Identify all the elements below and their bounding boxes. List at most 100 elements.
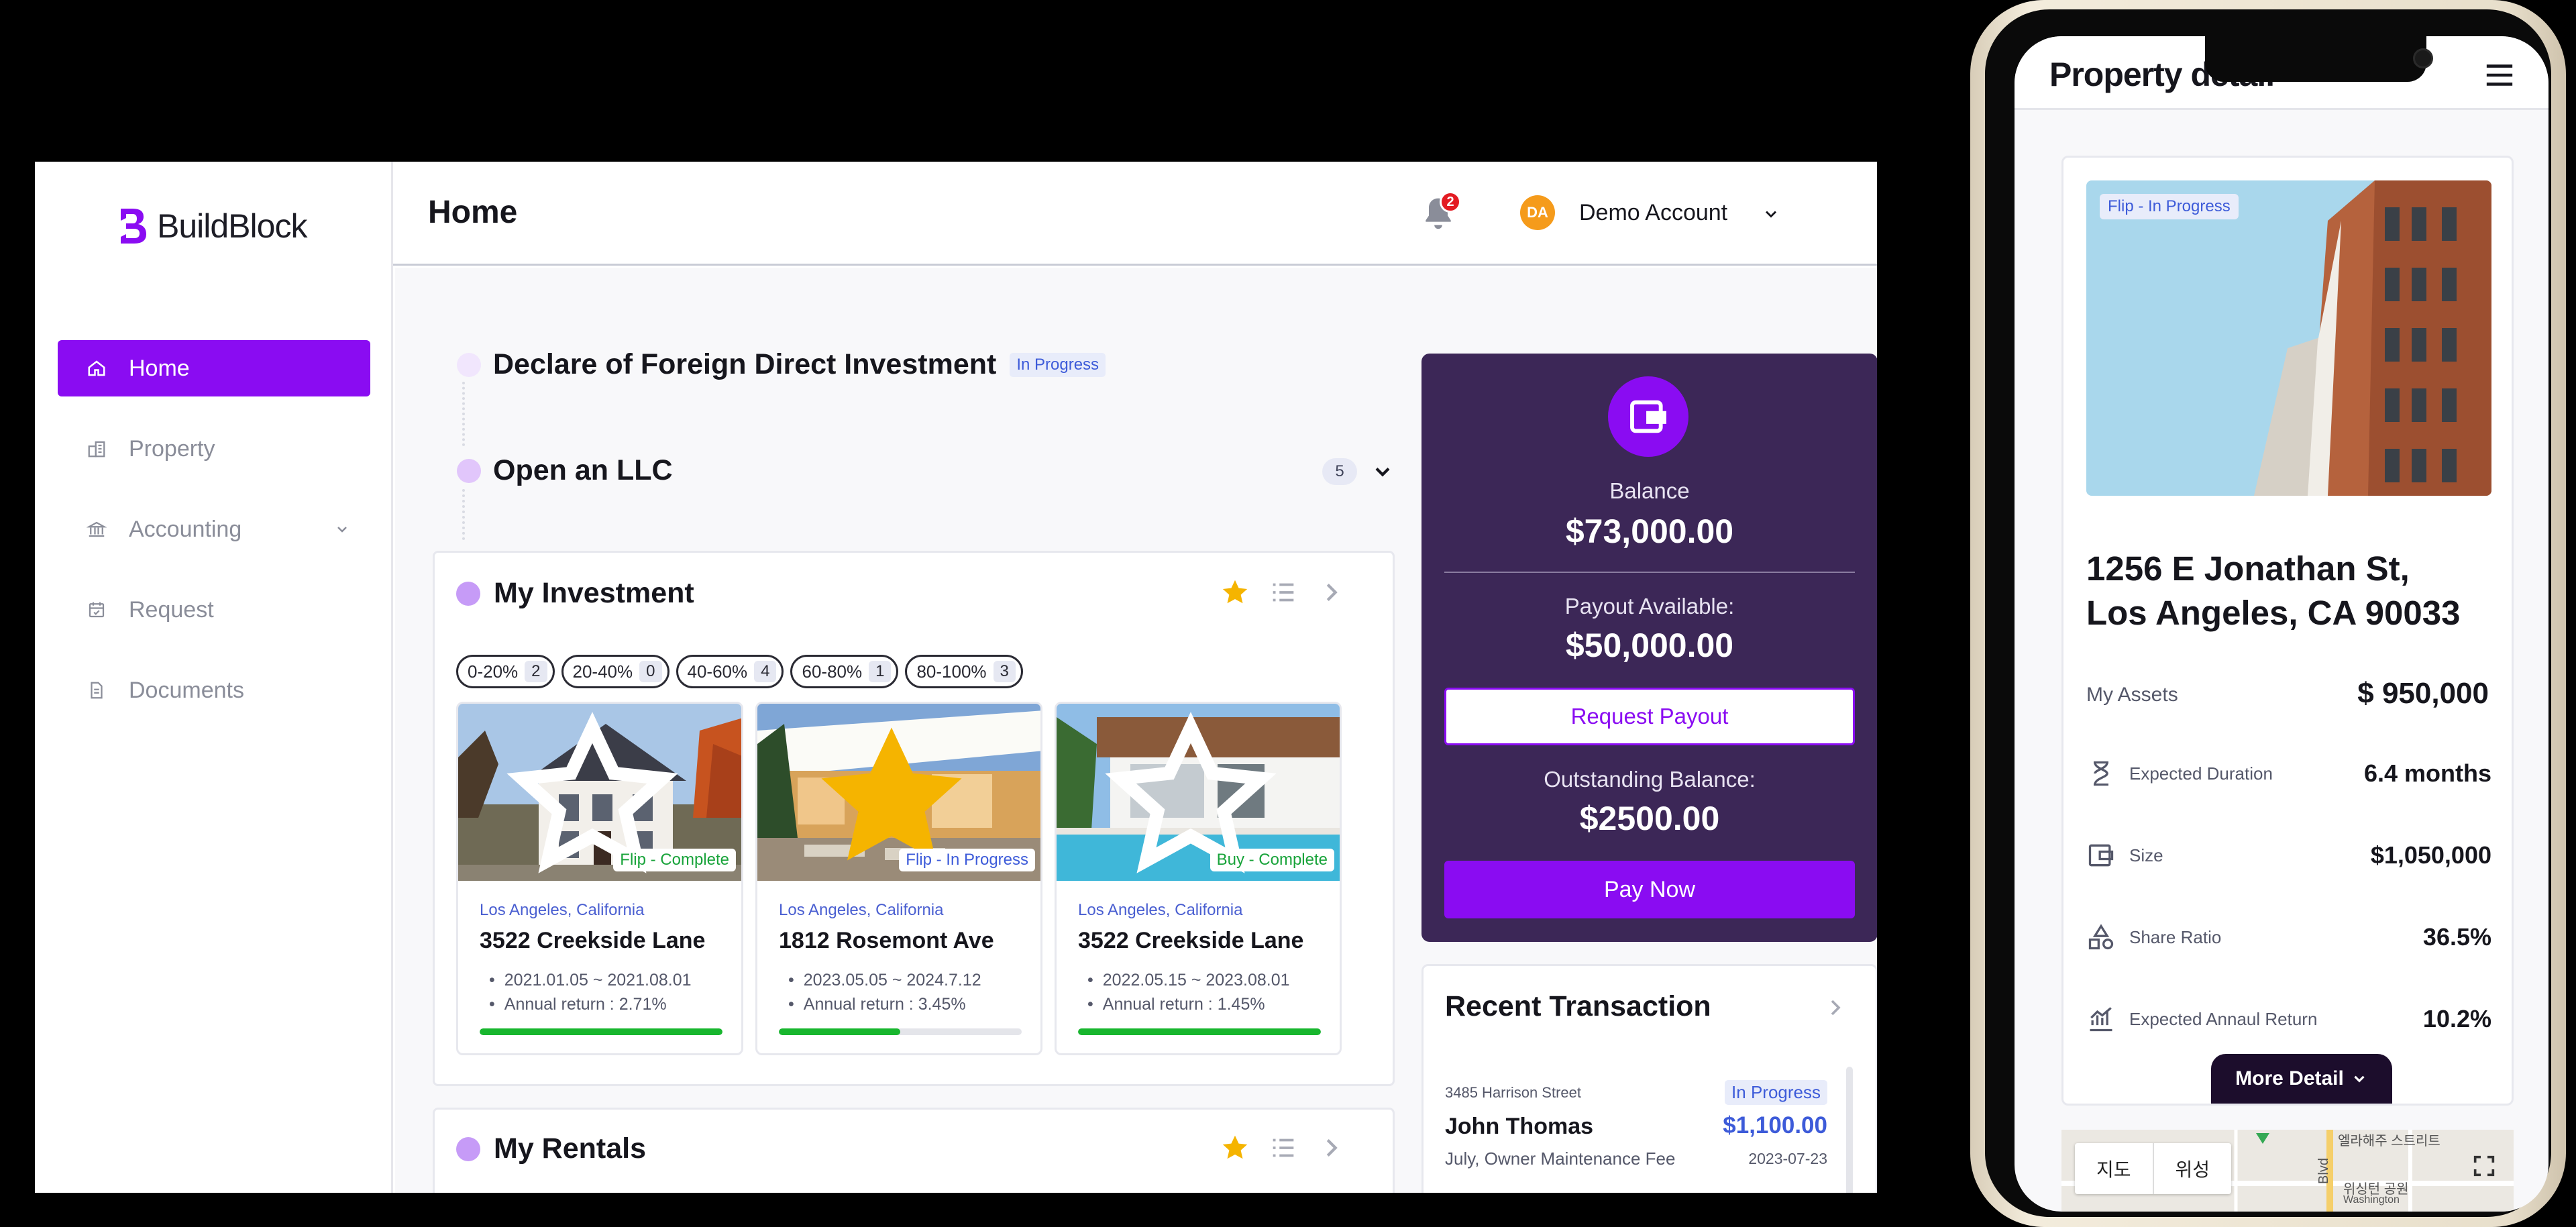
balance-value: $73,000.00: [1565, 513, 1734, 550]
progress-fill: [480, 1028, 722, 1035]
card-return: Annual return : 1.45%: [1078, 992, 1290, 1016]
wallet-icon: [2088, 844, 2114, 867]
panel-tools: [1220, 1132, 1347, 1163]
filter-count: 4: [754, 661, 777, 682]
stat-row-duration: Expected Duration 6.4 months: [2086, 753, 2491, 794]
sidebar-item-label: Documents: [129, 677, 244, 703]
phone-notch: [2205, 36, 2433, 82]
filter-chip[interactable]: 20-40% 0: [561, 655, 669, 688]
map-tab[interactable]: 지도: [2075, 1143, 2153, 1194]
sidebar-item-documents[interactable]: Documents: [58, 662, 370, 718]
star-icon[interactable]: [1220, 1132, 1250, 1163]
outstanding-value: $2500.00: [1579, 800, 1720, 837]
payout-value: $50,000.00: [1565, 627, 1734, 664]
filter-chip[interactable]: 60-80% 1: [790, 655, 899, 688]
sidebar-item-label: Property: [129, 435, 215, 462]
section-title: My Investment: [494, 577, 694, 609]
status-badge: Flip - In Progress: [2100, 194, 2239, 219]
filter-label: 40-60%: [687, 661, 748, 682]
investment-card[interactable]: Buy - Complete Los Angeles, California 3…: [1055, 702, 1342, 1055]
fullscreen-icon[interactable]: [2471, 1153, 2498, 1179]
satellite-tab[interactable]: 위성: [2152, 1143, 2232, 1194]
investment-panel: My Investment 0-20% 2 20-40% 0 40-60% 4 60-…: [433, 551, 1395, 1086]
investment-card[interactable]: Flip - Complete Los Angeles, California …: [456, 702, 743, 1055]
top-bar: Home 2 DA Demo Account: [393, 162, 1877, 266]
sidebar-item-home[interactable]: Home: [58, 340, 370, 396]
camera-icon: [2413, 48, 2433, 68]
chevron-down-icon[interactable]: [1762, 205, 1780, 223]
main-content: Declare of Foreign Direct Investment In …: [395, 268, 1877, 1193]
stat-label: Expected Duration: [2129, 763, 2273, 784]
card-details: 2023.05.05 ~ 2024.7.12 Annual return : 3…: [779, 968, 981, 1016]
filter-count: 3: [993, 661, 1016, 682]
recent-transaction-panel: Recent Transaction 3485 Harrison Street …: [1421, 964, 1877, 1193]
address-line-1: 1256 E Jonathan St,: [2086, 549, 2410, 588]
status-badge: In Progress: [1725, 1080, 1827, 1105]
rentals-panel: My Rentals: [433, 1108, 1395, 1193]
request-payout-button[interactable]: Request Payout: [1444, 688, 1855, 745]
list-view-icon[interactable]: [1268, 577, 1299, 608]
stat-row-annual-return: Expected Annaul Return 10.2%: [2086, 999, 2491, 1039]
buildblock-logo-icon: [121, 209, 146, 244]
step-foreign-investment[interactable]: Declare of Foreign Direct Investment In …: [457, 348, 1106, 381]
sidebar: BuildBlock Home Property Accounting Requ…: [35, 162, 393, 1193]
sidebar-item-label: Request: [129, 596, 214, 623]
sidebar-nav: Home Property Accounting Request Documen…: [58, 340, 370, 743]
account-name: Demo Account: [1579, 199, 1728, 225]
list-view-icon[interactable]: [1268, 1132, 1299, 1163]
status-badge: Flip - In Progress: [899, 849, 1035, 871]
panel-header: My Rentals: [456, 1132, 646, 1165]
hamburger-menu-icon[interactable]: [2484, 62, 2515, 89]
card-progress-bar: [779, 1028, 1022, 1035]
home-icon: [85, 356, 109, 380]
phone-bezel: Property detail Flip - In Progress 1256 …: [1985, 9, 2551, 1217]
more-detail-button[interactable]: More Detail: [2211, 1054, 2392, 1104]
sidebar-item-label: Accounting: [129, 516, 242, 542]
chevron-down-icon[interactable]: [1371, 460, 1395, 484]
phone-frame: Property detail Flip - In Progress 1256 …: [1970, 0, 2566, 1227]
balance-card: Balance $73,000.00 Payout Available: $50…: [1421, 354, 1877, 942]
scrollbar[interactable]: [1846, 1067, 1853, 1193]
chevron-right-icon[interactable]: [1316, 577, 1347, 608]
card-progress-bar: [480, 1028, 722, 1035]
panel-tools: [1220, 577, 1347, 608]
investment-card-list: Flip - Complete Los Angeles, California …: [456, 702, 1342, 1055]
phone-screen: Property detail Flip - In Progress 1256 …: [2015, 36, 2548, 1212]
map-label: Washington: [2343, 1194, 2400, 1206]
notification-count-badge: 2: [1440, 191, 1461, 213]
transaction-row[interactable]: 3485 Harrison Street In Progress John Th…: [1445, 1080, 1827, 1193]
sidebar-item-property[interactable]: Property: [58, 421, 370, 477]
star-icon[interactable]: [1220, 577, 1250, 608]
sidebar-item-accounting[interactable]: Accounting: [58, 501, 370, 557]
filter-chip[interactable]: 0-20% 2: [456, 655, 555, 688]
filter-label: 20-40%: [572, 661, 633, 682]
shapes-icon: [2088, 924, 2114, 950]
map-view[interactable]: 지도 위성 엘라해주 스트리트 위싱턴 공원 Washington Blvd: [2061, 1130, 2514, 1212]
app-logo[interactable]: BuildBlock: [115, 206, 307, 246]
chevron-right-icon[interactable]: [1822, 994, 1849, 1021]
chevron-right-icon[interactable]: [1316, 1132, 1347, 1163]
investment-card[interactable]: Flip - In Progress Los Angeles, Californ…: [755, 702, 1042, 1055]
transaction-amount: $1,100.00: [1723, 1112, 1827, 1138]
progress-fill: [1078, 1028, 1321, 1035]
stat-value: 10.2%: [2422, 1005, 2491, 1032]
panel-header: My Investment: [456, 577, 694, 610]
stat-row-share-ratio: Share Ratio 36.5%: [2086, 917, 2491, 957]
card-period: 2023.05.05 ~ 2024.7.12: [779, 968, 981, 992]
filter-chip[interactable]: 80-100% 3: [905, 655, 1023, 688]
step-open-llc[interactable]: Open an LLC: [457, 454, 673, 487]
filter-count: 0: [639, 661, 662, 682]
step-dot: [457, 352, 481, 377]
sidebar-item-request[interactable]: Request: [58, 582, 370, 638]
account-menu[interactable]: DA Demo Account: [1520, 195, 1727, 230]
address-line-2: Los Angeles, CA 90033: [2086, 594, 2461, 632]
step-count-badge: 5: [1322, 458, 1357, 485]
filter-count: 2: [525, 661, 547, 682]
filter-chip[interactable]: 40-60% 4: [676, 655, 784, 688]
stat-label: Share Ratio: [2129, 926, 2222, 947]
status-badge: Flip - Complete: [613, 849, 736, 871]
chevron-down-icon[interactable]: [334, 521, 350, 537]
property-photo: Flip - Complete: [458, 704, 741, 881]
pay-now-button[interactable]: Pay Now: [1444, 861, 1855, 918]
step-connector: [462, 382, 465, 446]
